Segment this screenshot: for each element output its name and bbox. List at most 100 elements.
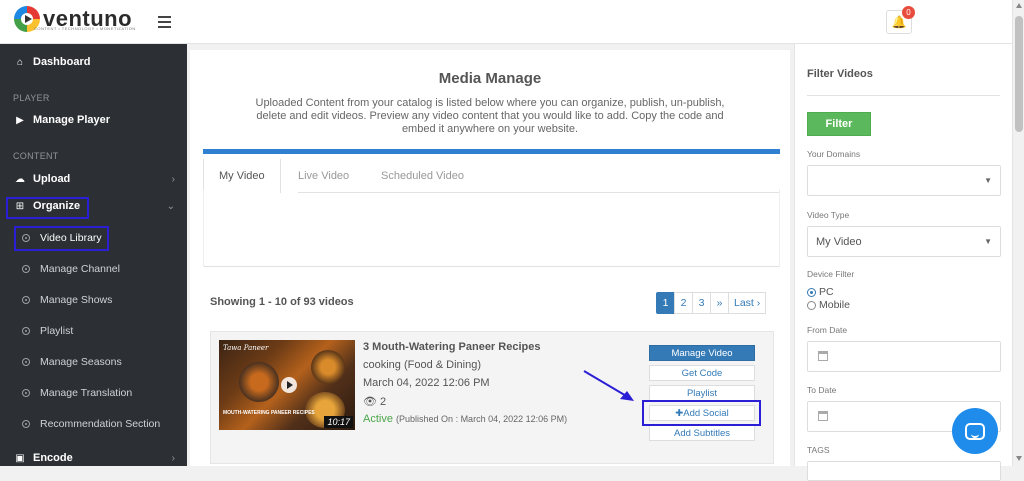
sidebar-item-manage-player[interactable]: ▶ Manage Player — [0, 106, 187, 134]
scroll-down-icon[interactable] — [1016, 456, 1022, 461]
sidebar-subitem-label: Playlist — [40, 325, 74, 337]
scroll-up-icon[interactable] — [1016, 3, 1022, 8]
media-manage-card: Media Manage Uploaded Content from your … — [190, 50, 790, 466]
sidebar-subitem-playlist[interactable]: Playlist — [0, 317, 187, 345]
pagination: 1 2 3 » Last › — [656, 292, 767, 314]
device-radio-pc[interactable]: PC — [807, 286, 834, 298]
tab-my-video[interactable]: My Video — [203, 159, 281, 193]
sidebar-subitem-manage-channel[interactable]: Manage Channel — [0, 255, 187, 283]
to-date-label: To Date — [807, 385, 837, 395]
filter-panel: Filter Videos Filter Your Domains ▼ Vide… — [794, 44, 1012, 481]
play-icon[interactable] — [281, 377, 297, 393]
add-subtitles-button[interactable]: Add Subtitles — [649, 425, 755, 441]
video-date: March 04, 2022 12:06 PM — [363, 377, 490, 389]
sidebar-subitem-manage-seasons[interactable]: Manage Seasons — [0, 348, 187, 376]
circle-dot-icon — [22, 389, 30, 397]
sidebar-item-label: Upload — [33, 173, 71, 185]
tab-panel — [203, 189, 780, 267]
chat-icon — [965, 422, 985, 440]
page-2-button[interactable]: 2 — [674, 292, 693, 314]
chat-widget-button[interactable] — [952, 408, 998, 454]
video-type-label: Video Type — [807, 210, 850, 220]
video-tabs: My Video Live Video Scheduled Video — [203, 149, 780, 193]
page-1-button[interactable]: 1 — [656, 292, 675, 314]
video-type-select[interactable]: My Video ▼ — [807, 226, 1001, 257]
thumbnail-title: Tawa Paneer — [223, 344, 269, 352]
video-thumbnail[interactable]: Tawa Paneer MOUTH-WATERING PANEER RECIPE… — [219, 340, 355, 430]
sidebar-subitem-label: Manage Shows — [40, 294, 113, 306]
calendar-icon — [818, 411, 828, 421]
sidebar-subitem-label: Manage Translation — [40, 387, 133, 399]
sidebar-item-dashboard[interactable]: ⌂ Dashboard — [0, 48, 187, 76]
video-type-value: My Video — [816, 235, 862, 248]
sidebar-subitem-manage-translation[interactable]: Manage Translation — [0, 379, 187, 407]
chevron-down-icon: ▼ — [984, 237, 992, 246]
chevron-down-icon: ⌄ — [166, 200, 175, 212]
radio-selected-icon — [807, 287, 816, 297]
sidebar: ⌂ Dashboard PLAYER ▶ Manage Player CONTE… — [0, 44, 187, 466]
sidebar-section-content: CONTENT — [13, 151, 59, 161]
page-scrollbar[interactable] — [1012, 0, 1024, 466]
chevron-right-icon: › — [171, 452, 175, 464]
circle-dot-icon — [22, 296, 30, 304]
tab-scheduled-video[interactable]: Scheduled Video — [381, 159, 464, 193]
tags-label: TAGS — [807, 445, 830, 455]
notification-badge: 0 — [902, 6, 915, 19]
page-description: Uploaded Content from your catalog is li… — [255, 97, 725, 135]
page-3-button[interactable]: 3 — [692, 292, 711, 314]
chevron-right-icon: › — [171, 173, 175, 185]
video-duration: 10:17 — [324, 416, 353, 428]
manage-video-button[interactable]: Manage Video — [649, 345, 755, 361]
video-views: 👁 2 — [363, 395, 386, 408]
annotation-arrow-icon — [583, 370, 634, 401]
eye-icon: 👁 — [363, 396, 377, 408]
get-code-button[interactable]: Get Code — [649, 365, 755, 381]
last-page-button[interactable]: Last › — [728, 292, 767, 314]
device-filter-label: Device Filter — [807, 269, 855, 279]
top-header: ventuno CONTENT • TECHNOLOGY • MONETIZAT… — [0, 0, 1012, 44]
add-social-highlight-box — [642, 400, 761, 426]
results-count: Showing 1 - 10 of 93 videos — [210, 296, 354, 308]
sidebar-section-player: PLAYER — [13, 93, 50, 103]
food-plate-image — [311, 350, 345, 384]
tab-live-video[interactable]: Live Video — [298, 159, 349, 193]
next-page-button[interactable]: » — [710, 292, 729, 314]
video-status: Active (Published On : March 04, 2022 12… — [363, 413, 567, 425]
radio-icon — [807, 300, 816, 310]
sidebar-subitem-recommendation-section[interactable]: Recommendation Section — [0, 410, 187, 438]
playlist-button[interactable]: Playlist — [649, 385, 755, 401]
logo-tagline: CONTENT • TECHNOLOGY • MONETIZATION — [34, 26, 136, 31]
code-icon: ▣ — [15, 452, 25, 464]
device-option-label: PC — [819, 286, 834, 298]
hamburger-menu-icon[interactable] — [158, 16, 171, 31]
sidebar-item-encode[interactable]: ▣ Encode › — [0, 444, 187, 472]
divider — [807, 95, 1000, 96]
published-on: (Published On : March 04, 2022 12:06 PM) — [396, 414, 568, 424]
sidebar-item-label: Dashboard — [33, 56, 91, 68]
page-title: Media Manage — [438, 70, 542, 87]
video-library-highlight-box — [14, 226, 109, 251]
sidebar-subitem-manage-shows[interactable]: Manage Shows — [0, 286, 187, 314]
chevron-down-icon: ▼ — [984, 176, 992, 185]
play-circle-icon: ▶ — [16, 114, 24, 126]
video-category: cooking (Food & Dining) — [363, 359, 482, 371]
video-title[interactable]: 3 Mouth-Watering Paneer Recipes — [363, 341, 540, 353]
sidebar-item-label: Encode — [33, 452, 73, 464]
scrollbar-thumb[interactable] — [1015, 16, 1023, 132]
tags-input[interactable] — [807, 461, 1001, 481]
device-option-label: Mobile — [819, 299, 850, 311]
organize-highlight-box — [6, 197, 89, 219]
from-date-input[interactable] — [807, 341, 1001, 372]
circle-dot-icon — [22, 420, 30, 428]
sidebar-item-upload[interactable]: ☁ Upload › — [0, 165, 187, 193]
domains-select[interactable]: ▼ — [807, 165, 1001, 196]
from-date-label: From Date — [807, 325, 848, 335]
filter-button[interactable]: Filter — [807, 112, 871, 136]
sidebar-item-label: Manage Player — [33, 114, 111, 126]
device-radio-mobile[interactable]: Mobile — [807, 299, 850, 311]
video-row: Tawa Paneer MOUTH-WATERING PANEER RECIPE… — [210, 331, 774, 464]
home-icon: ⌂ — [16, 56, 24, 68]
main-content: Media Manage Uploaded Content from your … — [187, 44, 794, 466]
thumbnail-caption: MOUTH-WATERING PANEER RECIPES — [223, 410, 315, 416]
circle-dot-icon — [22, 358, 30, 366]
